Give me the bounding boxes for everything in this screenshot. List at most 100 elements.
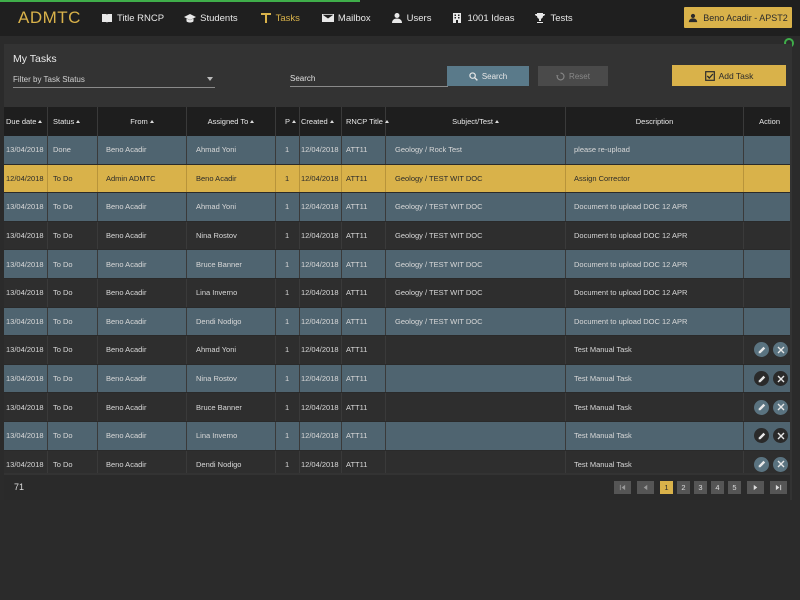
cell-created: 12/04/2018 <box>300 136 342 164</box>
delete-task-button[interactable] <box>773 371 788 387</box>
table-row[interactable]: 13/04/2018 To Do Beno Acadir Bruce Banner 1 1… <box>4 250 790 279</box>
table-row[interactable]: 13/04/2018 To Do Beno Acadir Lina Inverno 1 1… <box>4 278 790 308</box>
cell-subject: Geology / TEST WIT DOC <box>386 307 566 336</box>
table-row[interactable]: 13/04/2018 To Do Beno Acadir Nina Rostov 1 12… <box>4 221 790 251</box>
cell-action <box>744 279 790 307</box>
close-icon <box>777 432 784 440</box>
cell-created: 12/04/2018 <box>300 278 342 307</box>
sort-icon <box>292 120 297 123</box>
cell-assigned: Beno Acadir <box>187 164 276 193</box>
cell-status: To Do <box>48 307 98 336</box>
cell-created: 12/04/2018 <box>300 336 342 364</box>
next-page-icon <box>753 484 758 491</box>
column-header-rncp-title[interactable]: RNCP Title <box>342 107 389 136</box>
table-row[interactable]: 13/04/2018 To Do Beno Acadir Ahmad Yoni 1 12/… <box>4 193 790 222</box>
cell-due: 13/04/2018 <box>4 450 48 473</box>
table-row[interactable]: 13/04/2018 To Do Beno Acadir Dendi Nodigo 1 1… <box>4 307 790 337</box>
cell-rncp: ATT11 <box>342 193 386 221</box>
table-row[interactable]: 13/04/2018 To Do Beno Acadir Ahmad Yoni 1 12/… <box>4 336 790 365</box>
close-icon <box>777 403 784 411</box>
nav-item-1001-ideas[interactable]: 1001 Ideas <box>451 0 514 36</box>
search-button[interactable]: Search <box>447 66 529 86</box>
search-input[interactable]: Search <box>290 69 448 87</box>
delete-task-button[interactable] <box>773 456 788 472</box>
cell-action <box>744 165 790 193</box>
edit-task-button[interactable] <box>754 456 769 472</box>
cell-p: 1 <box>276 221 300 250</box>
column-header-assigned-to[interactable]: Assigned To <box>187 107 276 136</box>
column-header-priority[interactable]: P <box>276 107 300 136</box>
table-row[interactable]: 12/04/2018 To Do Admin ADMTC Beno Acadir 1 12… <box>4 164 790 194</box>
column-header-description: Description <box>566 107 744 136</box>
delete-task-button[interactable] <box>773 399 788 415</box>
cell-from: Beno Acadir <box>98 136 187 164</box>
delete-task-button[interactable] <box>773 342 788 358</box>
close-icon <box>777 346 784 354</box>
page-button[interactable]: 2 <box>677 481 690 494</box>
delete-task-button[interactable] <box>773 428 788 444</box>
cell-created: 12/04/2018 <box>300 421 342 450</box>
nav-item-mailbox[interactable]: Mailbox <box>321 0 371 36</box>
building-icon <box>453 13 462 23</box>
reset-button[interactable]: Reset <box>538 66 608 86</box>
cell-desc: Test Manual Task <box>566 336 744 364</box>
tasks-icon <box>260 13 271 23</box>
previous-page-button[interactable] <box>637 481 654 494</box>
cell-p: 1 <box>276 250 300 278</box>
nav-item-tests[interactable]: Tests <box>534 0 573 36</box>
table-row[interactable]: 13/04/2018 To Do Beno Acadir Bruce Banner 1 1… <box>4 393 790 422</box>
table-row[interactable]: 13/04/2018 To Do Beno Acadir Lina Inverno 1 1… <box>4 421 790 451</box>
column-header-status[interactable]: Status <box>48 107 98 136</box>
table-row[interactable]: 13/04/2018 To Do Beno Acadir Dendi Nodigo 1 1… <box>4 450 790 473</box>
table-row[interactable]: 13/04/2018 Done Beno Acadir Ahmad Yoni 1 12/0… <box>4 136 790 165</box>
edit-task-button[interactable] <box>754 371 769 387</box>
first-page-button[interactable] <box>614 481 631 494</box>
cell-desc: Assign Corrector <box>566 164 744 193</box>
cell-status: To Do <box>48 450 98 473</box>
cell-due: 13/04/2018 <box>4 250 48 278</box>
user-menu-button[interactable]: Beno Acadir - APST2 <box>684 7 792 28</box>
top-navbar: ADMTC Title RNCP Students Tasks Mailbox … <box>0 0 800 36</box>
total-count: 71 <box>14 482 25 492</box>
nav-item-students[interactable]: Students <box>184 0 238 36</box>
pencil-icon <box>758 461 765 468</box>
next-page-button[interactable] <box>747 481 764 494</box>
cell-action <box>744 365 790 393</box>
cell-status: To Do <box>48 221 98 250</box>
brand-logo[interactable]: ADMTC <box>18 8 81 28</box>
nav-item-title-rncp[interactable]: Title RNCP <box>101 0 164 36</box>
column-header-due-date[interactable]: Due date <box>4 107 48 136</box>
cell-action <box>744 451 790 473</box>
cell-rncp: ATT11 <box>342 393 386 421</box>
nav-item-users[interactable]: Users <box>391 0 431 36</box>
column-header-from[interactable]: From <box>98 107 187 136</box>
nav-label: Students <box>200 12 238 24</box>
nav-item-tasks[interactable]: Tasks <box>260 0 300 36</box>
page-button[interactable]: 1 <box>660 481 673 494</box>
last-page-button[interactable] <box>770 481 787 494</box>
user-icon <box>391 13 402 23</box>
cell-rncp: ATT11 <box>342 336 386 364</box>
sort-icon <box>38 120 43 123</box>
pencil-icon <box>758 403 765 411</box>
edit-task-button[interactable] <box>754 428 769 444</box>
page-button[interactable]: 4 <box>711 481 724 494</box>
edit-task-button[interactable] <box>754 399 769 415</box>
cell-created: 12/04/2018 <box>300 450 342 473</box>
sort-icon <box>250 120 255 123</box>
cell-due: 13/04/2018 <box>4 278 48 307</box>
page-button[interactable]: 5 <box>728 481 741 494</box>
column-header-created[interactable]: Created <box>300 107 342 136</box>
edit-task-button[interactable] <box>754 342 769 358</box>
cell-status: To Do <box>48 336 98 364</box>
graduation-cap-icon <box>184 14 197 23</box>
add-task-button[interactable]: Add Task <box>672 65 786 86</box>
reset-button-label: Reset <box>569 71 590 81</box>
cell-assigned: Nina Rostov <box>187 364 276 393</box>
column-header-subject-test[interactable]: Subject/Test <box>386 107 566 136</box>
sort-icon <box>494 120 499 123</box>
page-button[interactable]: 3 <box>694 481 707 494</box>
reset-icon <box>556 72 565 80</box>
table-row[interactable]: 13/04/2018 To Do Beno Acadir Nina Rostov 1 12… <box>4 364 790 394</box>
task-status-filter[interactable]: Filter by Task Status <box>13 69 215 88</box>
